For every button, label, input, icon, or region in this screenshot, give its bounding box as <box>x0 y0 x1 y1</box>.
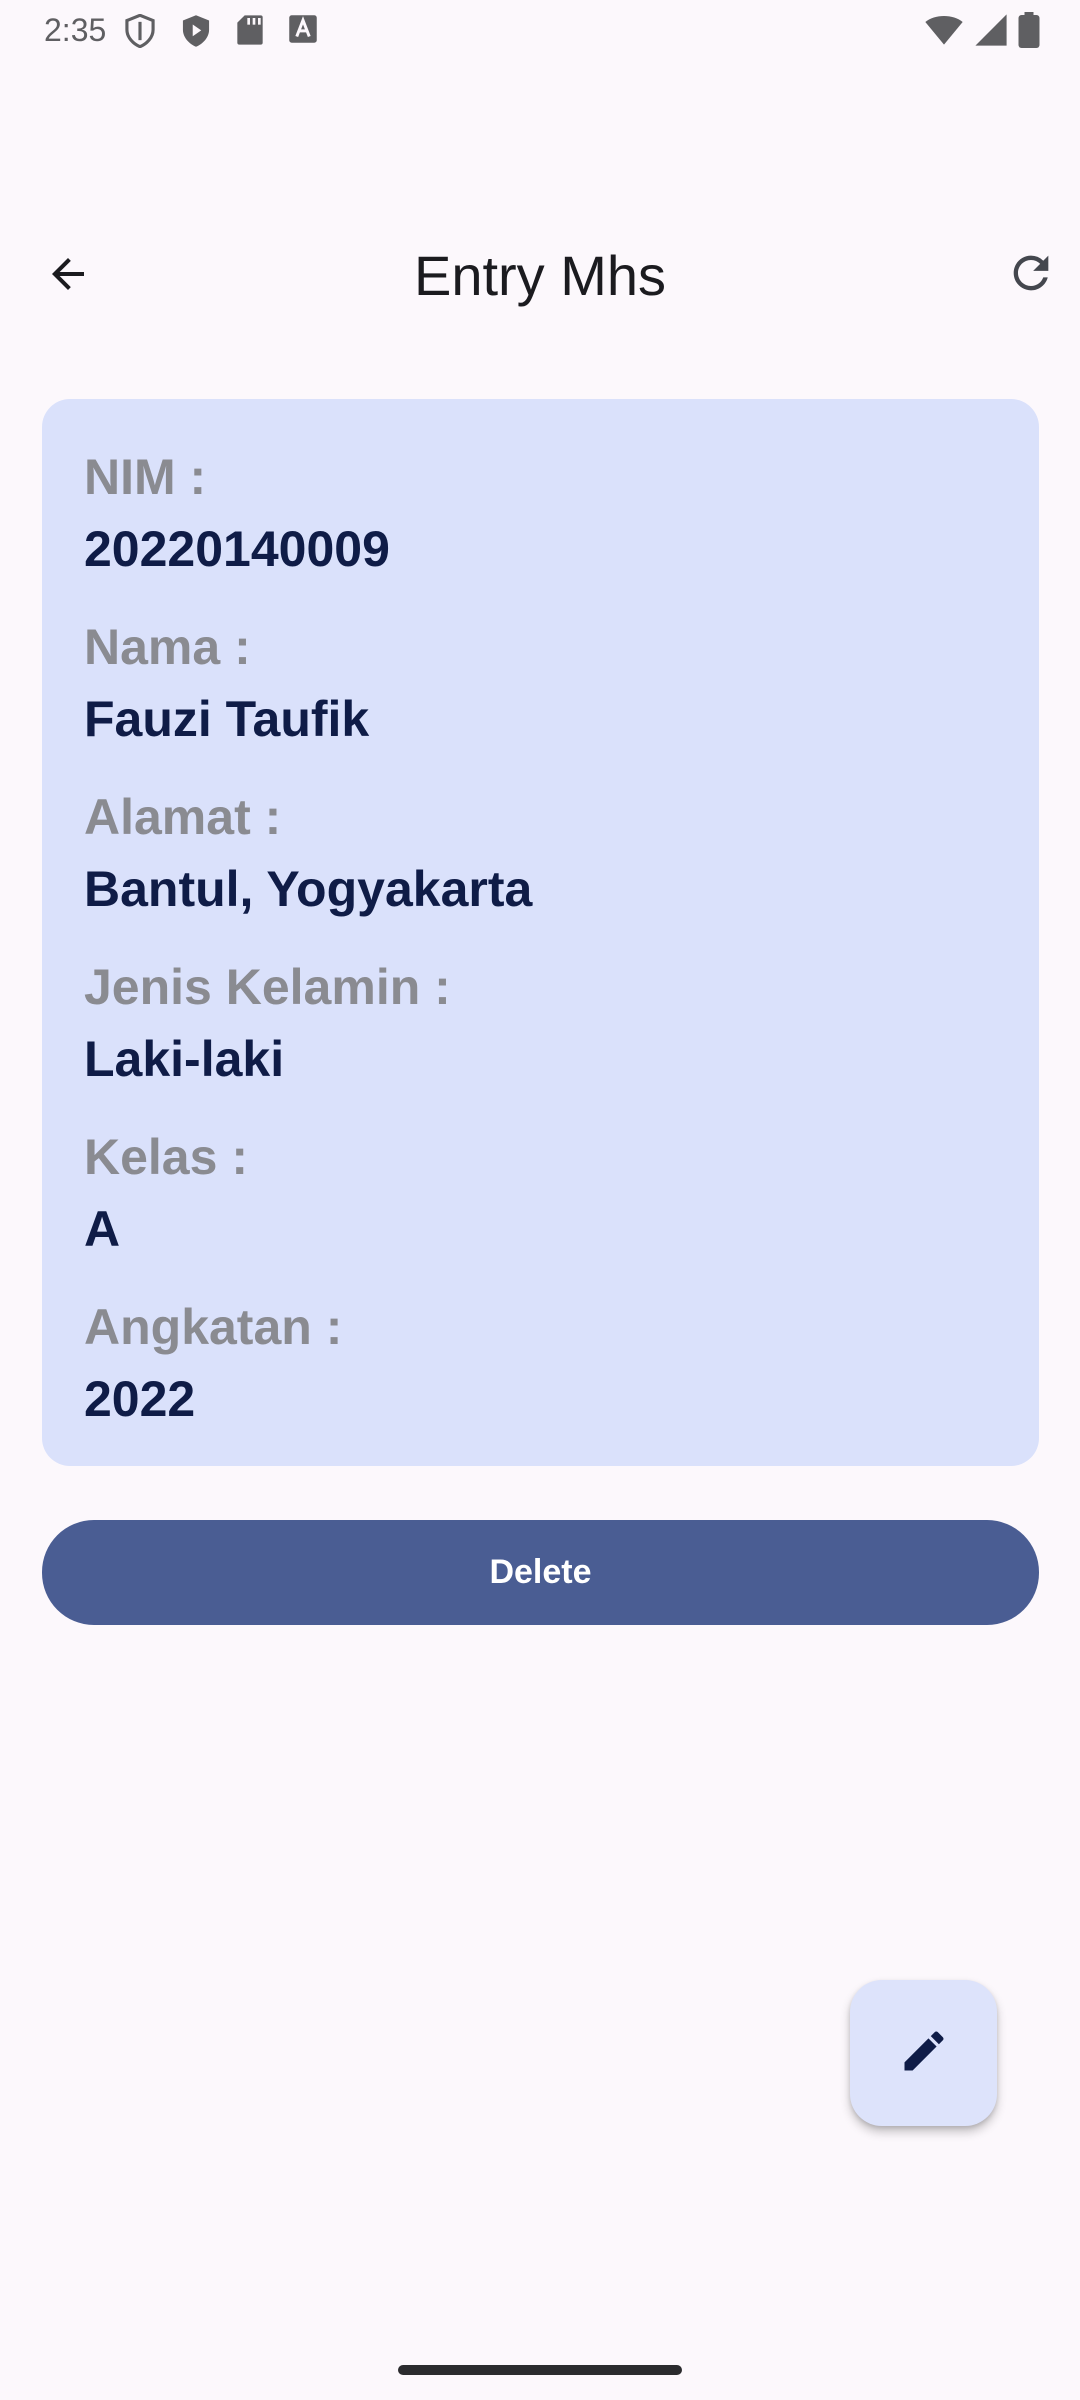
edit-fab[interactable] <box>850 1980 997 2126</box>
field-label: Angkatan : <box>84 1299 343 1355</box>
field-nama: Nama : Fauzi Taufik <box>84 617 997 751</box>
page-title: Entry Mhs <box>413 244 667 307</box>
field-value: 2022 <box>84 1371 196 1427</box>
status-system-icons <box>924 12 1040 53</box>
top-app-bar: Entry Mhs <box>0 222 1080 326</box>
field-kelas: Kelas : A <box>84 1127 997 1261</box>
field-jenis-kelamin: Jenis Kelamin : Laki-laki <box>84 957 997 1091</box>
font-a-icon <box>288 14 318 48</box>
student-detail-card: NIM : 20220140009 Nama : Fauzi Taufik Al… <box>42 399 1039 1466</box>
play-shield-icon <box>180 14 212 48</box>
battery-icon <box>1018 12 1040 53</box>
vpn-shield-icon <box>124 14 156 48</box>
refresh-icon <box>1005 247 1057 304</box>
screen: 2:35 Entry Mhs NIM: 20220140009 Nama: … <box>0 0 1080 2400</box>
status-bar: 2:35 <box>0 0 1080 62</box>
field-alamat: Alamat : Bantul, Yogyakarta <box>84 787 997 921</box>
field-label: Jenis Kelamin : <box>84 959 451 1015</box>
field-label: NIM : <box>84 449 207 505</box>
field-nim: NIM : 20220140009 <box>84 447 997 581</box>
field-value: 20220140009 <box>84 521 390 577</box>
delete-button[interactable]: Delete <box>42 1520 1039 1625</box>
pencil-icon <box>898 2025 950 2082</box>
status-notification-icons <box>124 14 318 48</box>
field-value: Fauzi Taufik <box>84 691 370 747</box>
field-value: Laki-laki <box>84 1031 285 1087</box>
refresh-button[interactable] <box>996 240 1066 310</box>
gesture-navigation-bar[interactable] <box>398 2365 682 2375</box>
wifi-icon <box>924 13 964 52</box>
field-angkatan: Angkatan : 2022 <box>84 1297 997 1431</box>
signal-icon <box>974 13 1008 52</box>
field-value: Bantul, Yogyakarta <box>84 861 533 917</box>
field-label: Alamat : <box>84 789 282 845</box>
sd-card-icon <box>236 14 264 48</box>
field-value: A <box>84 1201 121 1257</box>
status-time: 2:35 <box>44 12 107 48</box>
field-label: Kelas : <box>84 1129 248 1185</box>
field-label: Nama : <box>84 619 251 675</box>
